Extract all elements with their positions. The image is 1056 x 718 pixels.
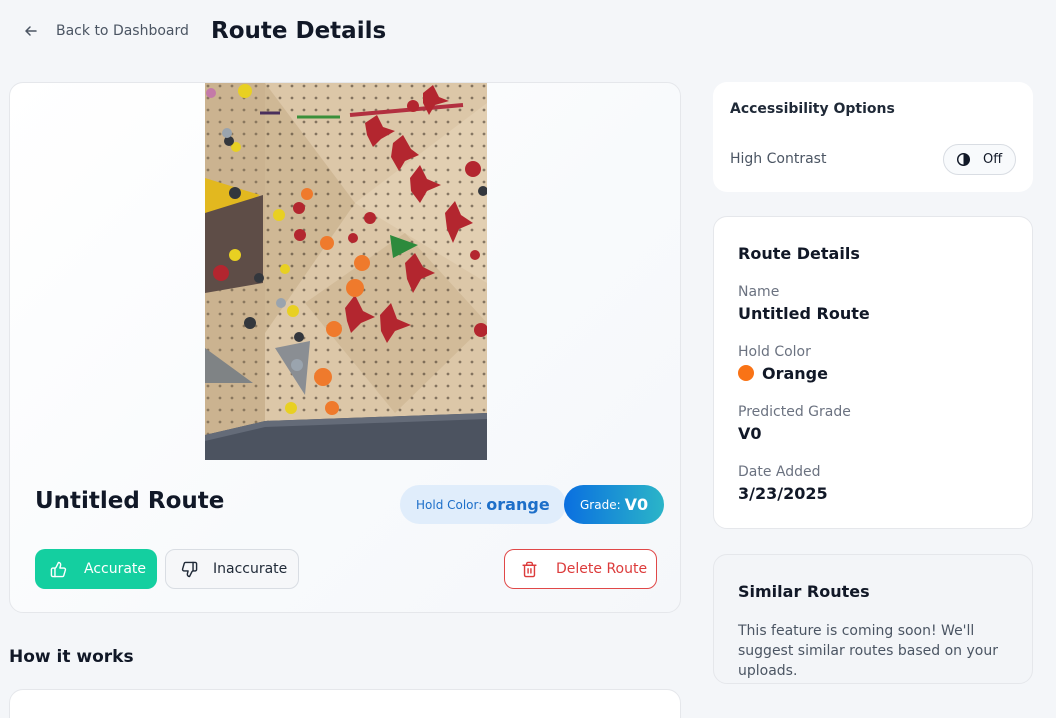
high-contrast-toggle[interactable]: Off: [943, 144, 1016, 175]
route-details-card: Route Details Name Untitled Route Hold C…: [713, 216, 1033, 529]
high-contrast-toggle-state: Off: [983, 152, 1003, 167]
inaccurate-button-label: Inaccurate: [213, 561, 288, 577]
date-added-label: Date Added: [738, 464, 821, 480]
accurate-button[interactable]: Accurate: [35, 549, 157, 589]
route-name-heading: Untitled Route: [35, 488, 225, 514]
hold-color-badge-label: Hold Color:: [416, 497, 483, 512]
thumbs-down-icon: [181, 561, 198, 577]
accessibility-options-card: Accessibility Options High Contrast Off: [713, 82, 1033, 192]
accessibility-options-title: Accessibility Options: [730, 101, 895, 117]
back-link-label: Back to Dashboard: [56, 23, 189, 39]
hold-color-badge: Hold Color: orange: [400, 485, 566, 524]
predicted-grade-value: V0: [738, 424, 762, 443]
hold-color-badge-value: orange: [486, 495, 550, 514]
grade-badge-label: Grade:: [580, 497, 621, 512]
contrast-icon: [956, 152, 971, 167]
trash-icon: [522, 561, 537, 577]
name-label: Name: [738, 284, 780, 300]
accurate-button-label: Accurate: [84, 561, 147, 577]
delete-route-button[interactable]: Delete Route: [504, 549, 657, 589]
hold-color-swatch: [738, 365, 754, 381]
hold-color-value-row: Orange: [738, 364, 828, 383]
header: Back to Dashboard: [24, 14, 189, 48]
similar-routes-card: Similar Routes This feature is coming so…: [713, 554, 1033, 684]
arrow-left-icon: [25, 26, 37, 36]
grade-badge-value: V0: [624, 495, 649, 514]
how-it-works-card: [9, 689, 681, 718]
date-added-value: 3/23/2025: [738, 484, 828, 503]
hold-color-label: Hold Color: [738, 344, 811, 360]
route-details-card-title: Route Details: [738, 244, 860, 263]
grade-badge: Grade: V0: [564, 485, 665, 524]
predicted-grade-label: Predicted Grade: [738, 404, 851, 420]
inaccurate-button[interactable]: Inaccurate: [165, 549, 299, 589]
similar-routes-title: Similar Routes: [738, 582, 870, 601]
delete-route-button-label: Delete Route: [556, 561, 648, 577]
page-title: Route Details: [211, 18, 387, 44]
name-value: Untitled Route: [738, 304, 870, 323]
route-photo: [205, 83, 487, 460]
back-to-dashboard-link[interactable]: Back to Dashboard: [24, 23, 189, 39]
similar-routes-description: This feature is coming soon! We'll sugge…: [738, 623, 998, 679]
climbing-wall-image: [205, 83, 487, 460]
how-it-works-heading: How it works: [9, 647, 134, 667]
route-card: Untitled Route Hold Color: orange Grade:…: [9, 82, 681, 613]
thumbs-up-icon: [50, 561, 67, 577]
hold-color-value: Orange: [762, 364, 828, 383]
high-contrast-label: High Contrast: [730, 151, 827, 167]
